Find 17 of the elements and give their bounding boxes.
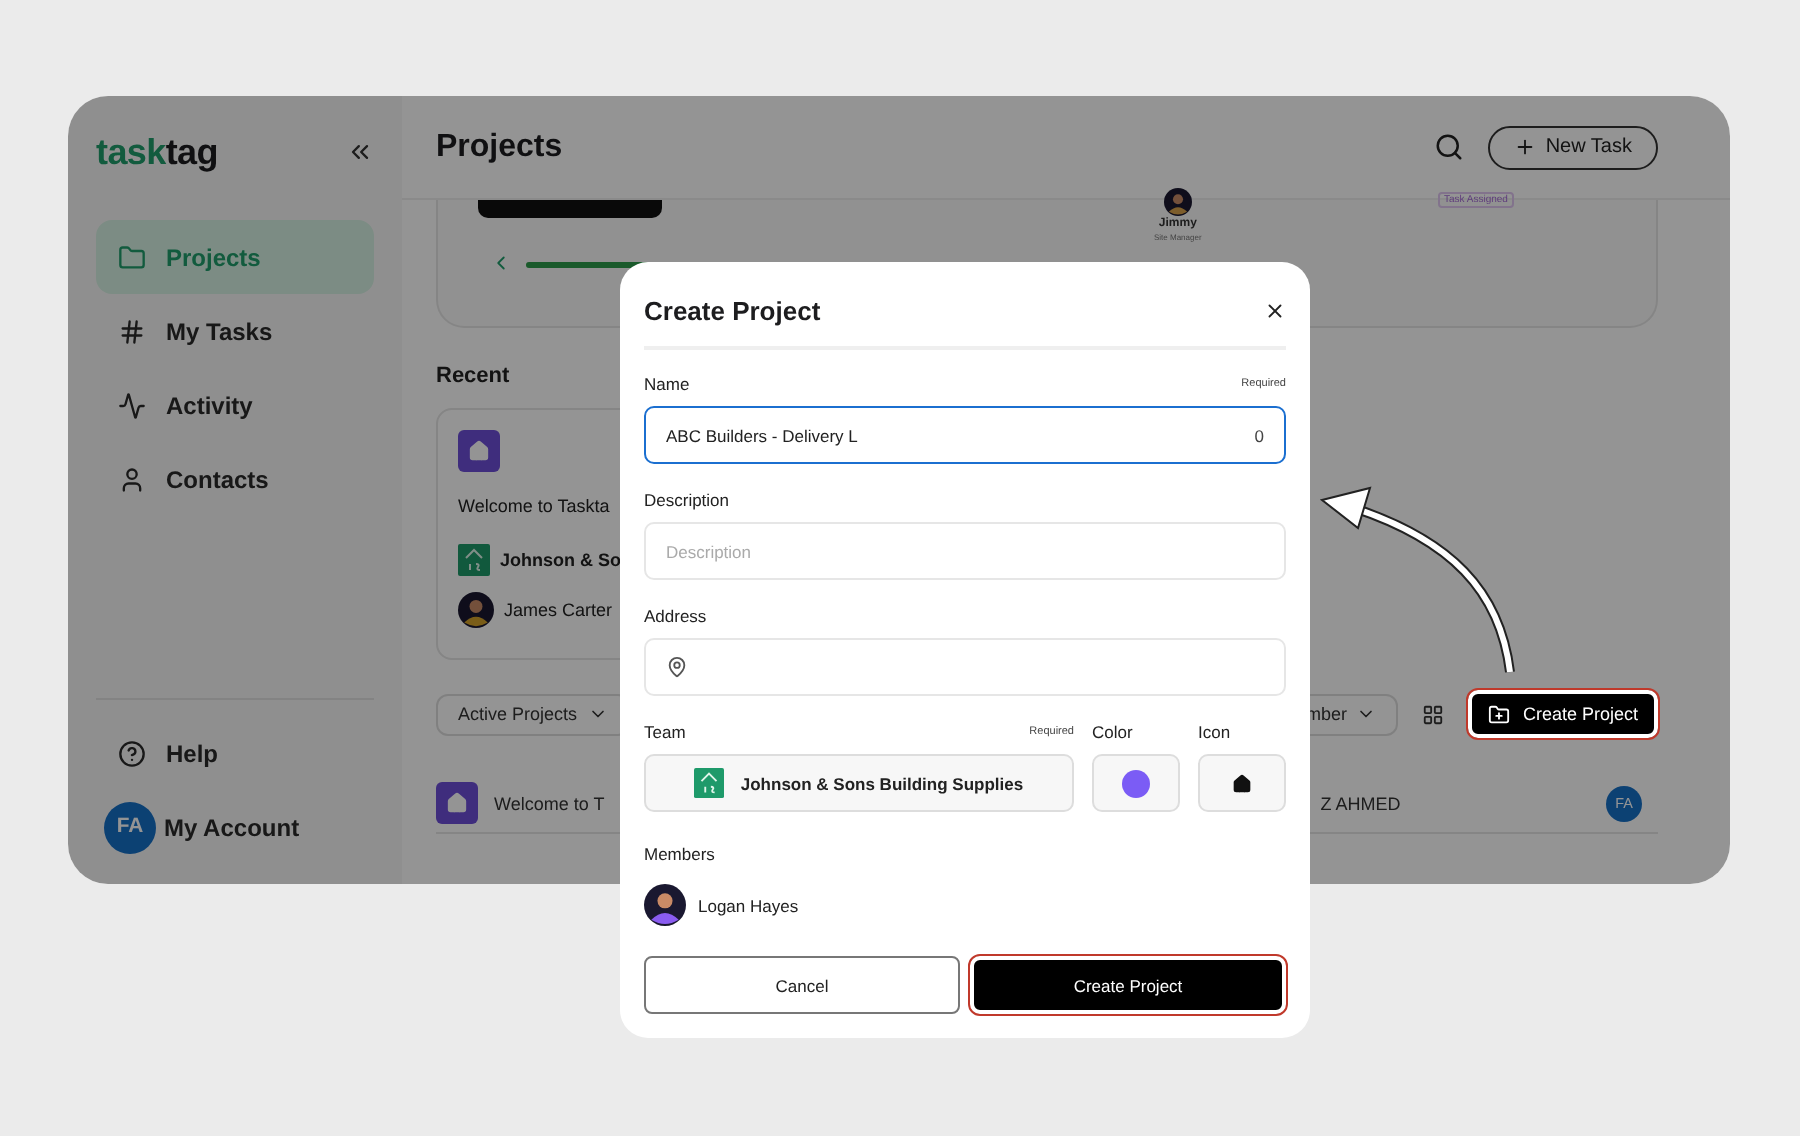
account-avatar: FA: [104, 801, 156, 853]
owner-name: Z AHMED: [1320, 793, 1401, 813]
field-label: Icon: [1198, 722, 1231, 742]
field-label: Description: [644, 490, 730, 510]
field-label: Color: [1092, 722, 1133, 742]
dialog-title: Create Project: [644, 295, 821, 325]
member-name: Logan Hayes: [698, 895, 799, 915]
section-title: Recent: [436, 364, 510, 388]
card-title: Welcome to Taskta: [458, 496, 610, 516]
character-count: 0: [1254, 425, 1264, 445]
page-title: Projects: [436, 129, 565, 165]
field-label: Team: [644, 722, 686, 742]
field-label: Name: [644, 374, 690, 394]
project-title: Welcome to T: [494, 793, 605, 813]
field-label: Address: [644, 606, 707, 626]
field-label: Members: [644, 844, 715, 864]
logo: tasktag: [96, 131, 218, 173]
